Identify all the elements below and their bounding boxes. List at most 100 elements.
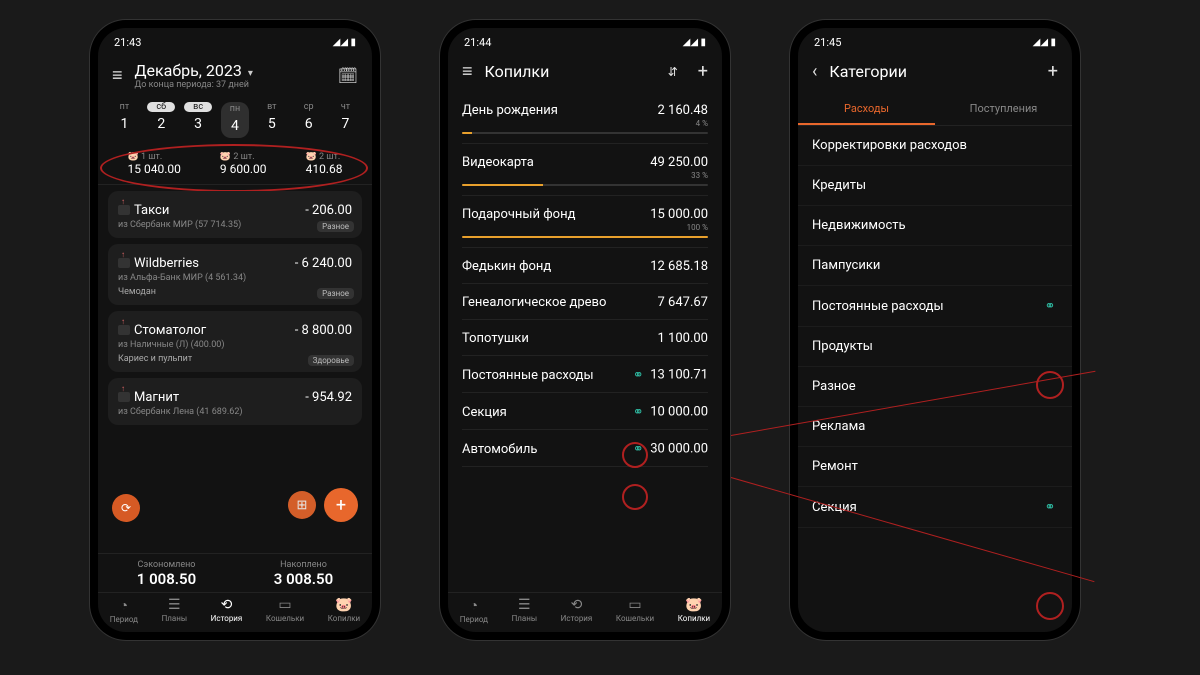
jar-progress	[462, 184, 708, 186]
jar-value: 1 100.00	[658, 331, 709, 346]
clock: 21:44	[464, 36, 491, 49]
transaction-card[interactable]: Такси- 206.00из Сбербанк МИР (57 714.35)…	[108, 191, 362, 238]
piggy-stat[interactable]: 🐷 2 шт.9 600.00	[220, 152, 267, 176]
clock: 21:43	[114, 36, 141, 49]
category-item[interactable]: Продукты	[798, 327, 1072, 367]
fab-left[interactable]: ⟳	[112, 494, 140, 522]
nav-item[interactable]: ▭Кошельки	[266, 597, 304, 624]
fab-add[interactable]: +	[324, 488, 358, 522]
link-icon: ⚭	[630, 404, 646, 420]
day-cell[interactable]: пт1	[110, 102, 138, 138]
jar-name: Видеокарта	[462, 155, 534, 170]
nav-icon: ▭	[266, 597, 304, 613]
nav-item[interactable]: ☰Планы	[162, 597, 188, 624]
link-icon: ⚭	[630, 367, 646, 383]
piggy-stat[interactable]: 🐷 2 шт.410.68	[306, 152, 343, 176]
jar-name: День рождения	[462, 103, 558, 118]
jar-item[interactable]: Генеалогическое древо7 647.67	[462, 286, 708, 320]
category-item[interactable]: Корректировки расходов	[798, 126, 1072, 166]
nav-label: Период	[110, 615, 138, 624]
category-item[interactable]: Разное	[798, 367, 1072, 407]
chevron-down-icon[interactable]: ▾	[248, 68, 253, 79]
jar-item[interactable]: Автомобиль⚭30 000.00	[462, 432, 708, 467]
calendar-icon[interactable]: 🗓	[338, 66, 358, 85]
nav-icon: ☰	[162, 597, 188, 613]
day-cell[interactable]: пн4	[221, 102, 249, 138]
clock: 21:45	[814, 36, 841, 49]
day-number: 4	[223, 118, 247, 134]
nav-item[interactable]: ⟲История	[561, 597, 593, 624]
jar-item[interactable]: Подарочный фонд15 000.00100 %	[462, 198, 708, 248]
category-item[interactable]: Реклама	[798, 407, 1072, 447]
totals-bar: Сэкономлено 1 008.50 Накоплено 3 008.50	[98, 553, 372, 592]
day-cell[interactable]: сб2	[147, 102, 175, 138]
txn-amount: - 954.92	[305, 390, 352, 405]
tab[interactable]: Расходы	[798, 94, 935, 125]
status-icons: ◢◢ ▮	[683, 37, 706, 48]
tab[interactable]: Поступления	[935, 94, 1072, 125]
transaction-card[interactable]: Wildberries- 6 240.00из Альфа-Банк МИР (…	[108, 244, 362, 305]
category-name: Постоянные расходы	[812, 299, 944, 314]
jar-value: 15 000.00	[650, 207, 708, 222]
day-number: 6	[295, 116, 323, 132]
add-icon[interactable]: +	[1048, 61, 1058, 82]
bottom-nav: ◔Период ☰Планы ⟲История ▭Кошельки 🐷Копилки	[98, 592, 372, 632]
day-name: ср	[295, 102, 323, 112]
category-item[interactable]: Пампусики	[798, 246, 1072, 286]
nav-item[interactable]: 🐷Копилки	[328, 597, 360, 624]
page-title: Категории	[829, 62, 1035, 81]
nav-icon: 🐷	[678, 597, 710, 613]
category-name: Недвижимость	[812, 218, 906, 233]
category-item[interactable]: Постоянные расходы⚭	[798, 286, 1072, 327]
transaction-card[interactable]: Стоматолог- 8 800.00из Наличные (Л) (400…	[108, 311, 362, 372]
category-item[interactable]: Ремонт	[798, 447, 1072, 487]
jar-pct: 100 %	[462, 223, 708, 232]
transaction-card[interactable]: Магнит- 954.92из Сбербанк Лена (41 689.6…	[108, 378, 362, 425]
jar-name: Постоянные расходы	[462, 368, 594, 383]
jar-item[interactable]: День рождения2 160.484 %	[462, 94, 708, 144]
jar-item[interactable]: Постоянные расходы⚭13 100.71	[462, 358, 708, 393]
sort-icon[interactable]: ⇵	[668, 65, 678, 79]
saved-value: 1 008.50	[137, 570, 196, 588]
nav-item[interactable]: ▭Кошельки	[616, 597, 654, 624]
add-icon[interactable]: +	[698, 61, 708, 82]
menu-icon[interactable]: ≡	[462, 61, 473, 82]
piggy-count: 🐷 2 шт.	[306, 152, 343, 162]
category-item[interactable]: Кредиты	[798, 166, 1072, 206]
category-name: Разное	[812, 379, 856, 394]
nav-item[interactable]: 🐷Копилки	[678, 597, 710, 624]
jar-item[interactable]: Федькин фонд12 685.18	[462, 250, 708, 284]
nav-icon: ◔	[460, 597, 488, 614]
day-cell[interactable]: вт5	[258, 102, 286, 138]
nav-item[interactable]: ⟲История	[211, 597, 243, 624]
fab-scan[interactable]: ⊞	[288, 491, 316, 519]
jar-item[interactable]: Топотушки1 100.00	[462, 322, 708, 356]
category-name: Ремонт	[812, 459, 858, 474]
day-cell[interactable]: вс3	[184, 102, 212, 138]
txn-name: Магнит	[134, 390, 179, 405]
period-title[interactable]: Декабрь, 2023	[135, 61, 242, 80]
back-icon[interactable]: ‹	[812, 61, 817, 82]
jar-list: День рождения2 160.484 %Видеокарта49 250…	[448, 90, 722, 592]
day-number: 1	[110, 116, 138, 132]
day-cell[interactable]: ср 6	[295, 102, 323, 138]
wallet-icon	[118, 205, 130, 215]
nav-item[interactable]: ◔Период	[460, 597, 488, 624]
nav-item[interactable]: ☰Планы	[512, 597, 538, 624]
category-item[interactable]: Недвижимость	[798, 206, 1072, 246]
status-icons: ◢◢ ▮	[1033, 37, 1056, 48]
accum-value: 3 008.50	[274, 570, 333, 588]
txn-source: из Наличные (Л) (400.00)	[118, 340, 352, 350]
jar-item[interactable]: Секция⚭10 000.00	[462, 395, 708, 430]
link-icon: ⚭	[1042, 499, 1058, 515]
jar-name: Федькин фонд	[462, 259, 551, 274]
category-item[interactable]: Секция⚭	[798, 487, 1072, 528]
nav-label: Планы	[512, 614, 538, 623]
appbar: ≡ Копилки ⇵ +	[448, 53, 722, 90]
day-cell[interactable]: чт7	[331, 102, 359, 138]
piggy-stat[interactable]: 🐷 1 шт.15 040.00	[128, 152, 181, 176]
piggy-value: 9 600.00	[220, 162, 267, 176]
jar-item[interactable]: Видеокарта49 250.0033 %	[462, 146, 708, 196]
nav-item[interactable]: ◔Период	[110, 597, 138, 624]
menu-icon[interactable]: ≡	[112, 65, 123, 86]
